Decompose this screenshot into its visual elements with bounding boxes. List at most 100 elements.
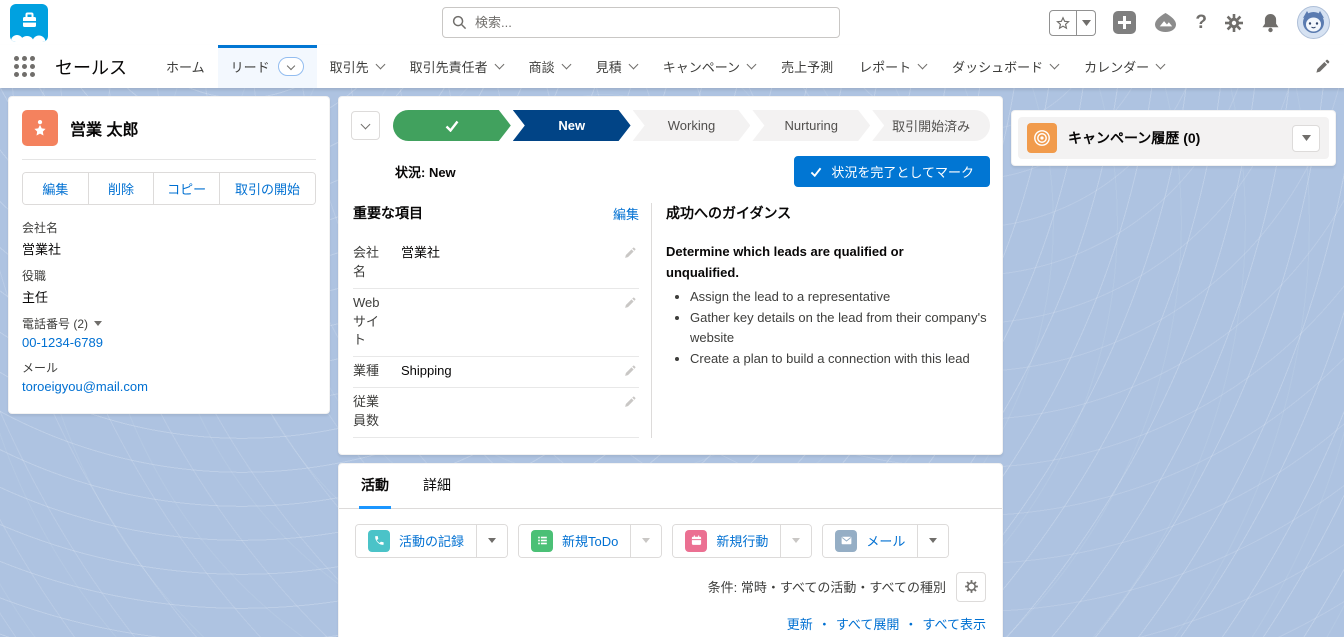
key-field-company: 会社名 営業社 [353,239,639,289]
sales-path: New Working Nurturing 取引開始済み [393,110,990,141]
search-input[interactable] [442,7,840,38]
edit-pencil-icon[interactable] [624,247,636,259]
global-header: ? [0,0,1344,45]
edit-pencil-icon[interactable] [624,365,636,377]
new-event-dropdown-icon[interactable] [780,525,811,557]
main-content: 営業 太郎 編集 削除 コピー 取引の開始 会社名 営業社 役職 主任 電話番号… [0,88,1344,637]
chevron-down-icon [918,60,928,70]
key-fields-title: 重要な項目 [353,203,423,223]
expand-all-link[interactable]: すべて展開 [836,614,900,633]
divider [22,159,316,160]
path-stage-complete[interactable] [393,110,511,141]
edit-button[interactable]: 編集 [23,173,88,204]
nav-item-opportunities[interactable]: 商談 [516,45,583,88]
field-label: 会社名 [353,244,387,282]
tab-activity[interactable]: 活動 [359,475,391,508]
log-a-call-button[interactable]: 活動の記録 [356,525,476,557]
activity-action-buttons: 活動の記録 新規ToDo [339,509,1002,564]
nav-item-quotes[interactable]: 見積 [583,45,650,88]
email-dropdown-icon[interactable] [917,525,948,557]
campaign-icon [1027,123,1057,153]
guidance-bullet: Assign the lead to a representative [690,287,990,307]
favorites-dropdown-icon[interactable] [1077,10,1096,36]
trailhead-guidance-icon[interactable] [1153,12,1178,33]
guidance-bullet: Create a plan to build a connection with… [690,349,990,369]
guidance-bullets: Assign the lead to a representative Gath… [690,287,990,370]
activity-filter-row: 条件: 常時・すべての活動・すべての種別 [339,564,1002,606]
mark-status-complete-button[interactable]: 状況を完了としてマーク [794,156,990,187]
lead-highlights-panel: 営業 太郎 編集 削除 コピー 取引の開始 会社名 営業社 役職 主任 電話番号… [8,96,330,414]
nav-item-calendar[interactable]: カレンダー [1071,45,1177,88]
field-phone: 電話番号 (2) 00-1234-6789 [22,315,316,350]
field-title: 役職 主任 [22,267,316,306]
phone-link[interactable]: 00-1234-6789 [22,335,316,350]
field-label: メール [22,359,316,376]
nav-item-reports[interactable]: レポート [846,45,939,88]
email-icon [835,530,857,552]
global-actions-plus-icon[interactable] [1113,11,1136,34]
edit-pencil-icon[interactable] [624,396,636,408]
nav-item-home[interactable]: ホーム [153,45,218,88]
status-text: 状況: New [395,162,456,181]
help-icon[interactable]: ? [1195,13,1207,32]
chevron-down-icon [375,60,385,70]
clone-button[interactable]: コピー [153,173,219,204]
edit-pencil-icon[interactable] [624,297,636,309]
path-stage-converted[interactable]: 取引開始済み [872,110,990,141]
email-link[interactable]: toroeigyou@mail.com [22,379,316,394]
edit-nav-pencil-icon[interactable] [1315,59,1330,74]
nav-item-forecasts[interactable]: 売上予測 [768,45,846,88]
key-fields-edit-link[interactable]: 編集 [613,204,639,223]
phone-dropdown-icon[interactable] [94,321,102,326]
chevron-down-icon [747,60,757,70]
activity-filter-text: 条件: 常時・すべての活動・すべての種別 [708,577,946,596]
path-stage-nurturing[interactable]: Nurturing [752,110,870,141]
guidance-bullet: Gather key details on the lead from thei… [690,308,990,348]
tab-details[interactable]: 詳細 [421,475,453,508]
field-label: 電話番号 (2) [22,315,88,332]
activity-panel: 活動 詳細 活動の記録 [338,463,1003,637]
nav-item-campaigns[interactable]: キャンペーン [650,45,768,88]
campaign-history-dropdown-icon[interactable] [1292,125,1320,152]
setup-gear-icon[interactable] [1224,13,1244,33]
path-stage-working[interactable]: Working [633,110,751,141]
chevron-down-icon [628,60,638,70]
user-avatar[interactable] [1297,6,1330,39]
delete-button[interactable]: 削除 [88,173,154,204]
favorites-group [1049,10,1096,36]
app-launcher-icon[interactable] [14,56,35,77]
new-task-button[interactable]: 新規ToDo [519,525,630,557]
nav-item-leads[interactable]: リード [218,45,317,88]
leads-dropdown-icon[interactable] [278,57,304,76]
field-value: Shipping [387,362,639,381]
new-task-icon [531,530,553,552]
new-event-icon [685,530,707,552]
path-collapse-button[interactable] [351,111,380,140]
favorite-star-icon[interactable] [1049,10,1077,36]
app-name: セールス [55,54,127,80]
log-a-call-dropdown-icon[interactable] [476,525,507,557]
convert-button[interactable]: 取引の開始 [219,173,315,204]
field-value [387,393,639,412]
chevron-down-icon [561,60,571,70]
header-actions: ? [1049,6,1334,39]
view-all-link[interactable]: すべて表示 [922,614,986,633]
guidance-section: 成功へのガイダンス Determine which leads are qual… [652,203,990,438]
nav-item-contacts[interactable]: 取引先責任者 [397,45,516,88]
salesforce-app-logo-icon[interactable] [10,4,48,42]
nav-items: ホーム リード 取引先 取引先責任者 商談 見積 キャンペーン 売上予測 レポー… [153,45,1177,88]
activity-settings-gear-icon[interactable] [956,572,986,602]
field-value [387,294,639,313]
activity-tabs: 活動 詳細 [339,464,1002,509]
nav-item-accounts[interactable]: 取引先 [317,45,397,88]
field-label: 業種 [353,362,387,381]
refresh-link[interactable]: 更新 [787,614,813,633]
nav-item-dashboards[interactable]: ダッシュボード [939,45,1071,88]
search-icon [452,15,467,30]
new-event-button[interactable]: 新規行動 [673,525,780,557]
chevron-down-icon [1156,60,1166,70]
notifications-bell-icon[interactable] [1261,13,1280,33]
new-task-dropdown-icon[interactable] [630,525,661,557]
email-button[interactable]: メール [823,525,917,557]
path-stage-new[interactable]: New [513,110,631,141]
